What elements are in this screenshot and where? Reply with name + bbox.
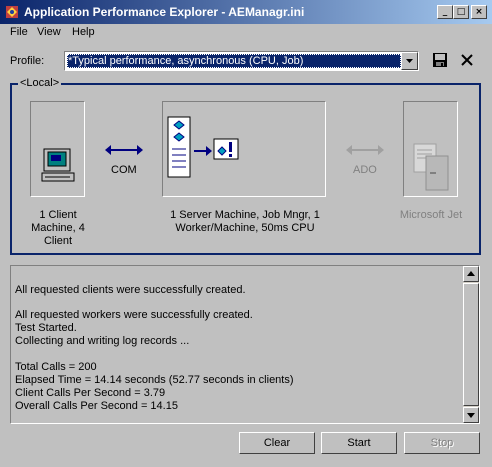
menu-help[interactable]: Help bbox=[72, 26, 95, 38]
client-caption-line: 1 Client bbox=[39, 209, 77, 221]
delete-icon[interactable] bbox=[459, 52, 475, 68]
close-button[interactable]: × bbox=[471, 5, 487, 19]
client-caption: 1 Client Machine, 4 Client bbox=[20, 209, 96, 248]
client-node[interactable] bbox=[30, 101, 85, 197]
client-caption-line: Client bbox=[43, 235, 73, 247]
menu-bar: File View Help bbox=[0, 24, 492, 42]
chevron-down-icon bbox=[406, 59, 413, 63]
clear-button[interactable]: Clear bbox=[239, 432, 315, 454]
menu-view[interactable]: View bbox=[37, 26, 61, 38]
job-manager-icon bbox=[167, 116, 239, 178]
vertical-scrollbar[interactable] bbox=[463, 266, 479, 423]
window-title: Application Performance Explorer - AEMan… bbox=[24, 5, 305, 19]
title-bar[interactable]: Application Performance Explorer - AEMan… bbox=[0, 0, 492, 24]
scroll-down-button[interactable] bbox=[463, 407, 479, 423]
stop-button[interactable]: Stop bbox=[404, 432, 480, 454]
chevron-down-icon bbox=[467, 413, 475, 418]
scroll-thumb[interactable] bbox=[463, 283, 479, 406]
server-node[interactable] bbox=[162, 101, 326, 197]
link-label-ado: ADO bbox=[353, 164, 377, 176]
log-line: Client Calls Per Second = 3.79 bbox=[15, 387, 166, 399]
log-line: Elapsed Time = 14.14 seconds (52.77 seco… bbox=[15, 374, 294, 386]
log-line: Overall Calls Per Second = 14.15 bbox=[15, 400, 178, 412]
database-caption: Microsoft Jet bbox=[399, 209, 463, 221]
log-output[interactable]: All requested clients were successfully … bbox=[10, 265, 480, 424]
scroll-up-button[interactable] bbox=[463, 266, 479, 282]
double-arrow-icon-com[interactable] bbox=[105, 144, 143, 156]
chevron-up-icon bbox=[467, 271, 475, 276]
server-caption-line: Worker/Machine, 50ms CPU bbox=[175, 222, 315, 234]
profile-label: Profile: bbox=[10, 55, 45, 67]
profile-selected-value: *Typical performance, asynchronous (CPU,… bbox=[67, 54, 401, 68]
group-label-local: <Local> bbox=[18, 77, 62, 89]
profile-dropdown[interactable]: *Typical performance, asynchronous (CPU,… bbox=[64, 51, 419, 71]
link-label-com: COM bbox=[111, 164, 137, 176]
server-caption-line: 1 Server Machine, Job Mngr, 1 bbox=[170, 209, 320, 221]
save-icon[interactable] bbox=[432, 52, 448, 68]
maximize-button[interactable]: □ bbox=[453, 5, 469, 19]
dropdown-button[interactable] bbox=[401, 52, 418, 70]
log-line: Total Calls = 200 bbox=[15, 361, 97, 373]
log-line: Collecting and writing log records ... bbox=[15, 335, 190, 347]
log-line: All requested workers were successfully … bbox=[15, 309, 253, 321]
database-icon bbox=[413, 143, 449, 191]
minimize-button[interactable]: _ bbox=[437, 5, 453, 19]
menu-file[interactable]: File bbox=[10, 26, 28, 38]
server-caption: 1 Server Machine, Job Mngr, 1 Worker/Mac… bbox=[160, 209, 330, 235]
log-line: Test Started. bbox=[15, 322, 77, 334]
app-icon[interactable] bbox=[4, 4, 20, 20]
database-node[interactable] bbox=[403, 101, 458, 197]
start-button[interactable]: Start bbox=[321, 432, 397, 454]
client-caption-line: Machine, 4 bbox=[31, 222, 85, 234]
computer-icon bbox=[41, 148, 75, 182]
double-arrow-icon-ado bbox=[346, 145, 384, 155]
log-line: All requested clients were successfully … bbox=[15, 284, 246, 296]
